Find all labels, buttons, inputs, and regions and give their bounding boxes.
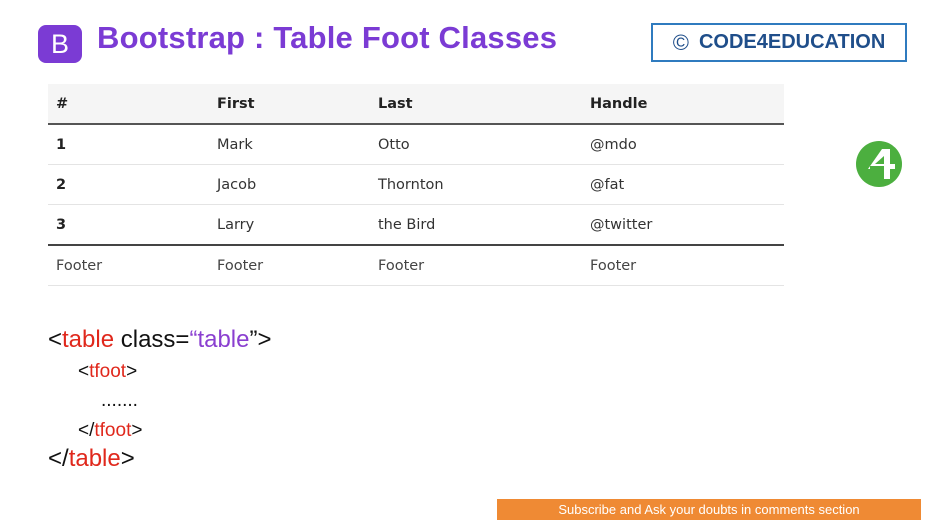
code-line-tfoot-open: <tfoot> [78, 361, 138, 382]
row-last: Thornton [370, 164, 582, 205]
row-first: Larry [209, 204, 370, 246]
brand-name: CODE4EDUCATION [698, 31, 886, 53]
row-handle: @mdo [582, 124, 784, 165]
code-line-ellipsis: ....... [101, 390, 138, 411]
bootstrap-logo-letter: B [50, 28, 69, 59]
code-keyword: table [62, 326, 115, 353]
code-line-tfoot-close: </tfoot> [78, 420, 143, 441]
code-line-table-open: <table class=“table”> [48, 326, 272, 353]
column-header-handle: Handle [582, 84, 784, 125]
code-line-table-close: </table> [48, 445, 135, 472]
row-last: the Bird [370, 204, 582, 246]
subscribe-banner[interactable]: Subscribe and Ask your doubts in comment… [497, 499, 921, 520]
bootstrap-logo-icon: B [38, 25, 82, 63]
code-keyword: tfoot [94, 420, 132, 441]
row-first: Jacob [209, 164, 370, 205]
code-keyword: table [68, 445, 121, 472]
column-header-last: Last [370, 84, 582, 125]
column-header-first: First [209, 84, 370, 125]
copyright-icon: © [672, 29, 689, 55]
row-handle: @fat [582, 164, 784, 205]
example-table: # First Last Handle 1 Mark Otto @mdo 2 J… [48, 84, 784, 286]
row-first: Mark [209, 124, 370, 165]
page-title: Bootstrap : Table Foot Classes [97, 20, 558, 55]
row-number: 1 [48, 124, 209, 165]
brand-watermark: © CODE4EDUCATION [651, 23, 907, 62]
code-keyword: tfoot [89, 361, 127, 382]
table-header-row: # First Last Handle [48, 84, 784, 125]
footer-cell: Footer [48, 245, 209, 286]
row-number: 2 [48, 164, 209, 205]
row-last: Otto [370, 124, 582, 165]
code-class-value: table [197, 326, 250, 353]
footer-cell: Footer [370, 245, 582, 286]
table-footer-row: Footer Footer Footer Footer [48, 245, 784, 286]
footer-cell: Footer [209, 245, 370, 286]
code4education-logo-icon [856, 141, 902, 187]
row-handle: @twitter [582, 204, 784, 246]
row-number: 3 [48, 204, 209, 246]
footer-cell: Footer [582, 245, 784, 286]
column-header-number: # [48, 84, 209, 125]
table-row: 1 Mark Otto @mdo [48, 124, 784, 165]
table-row: 3 Larry the Bird @twitter [48, 204, 784, 246]
table-row: 2 Jacob Thornton @fat [48, 164, 784, 205]
